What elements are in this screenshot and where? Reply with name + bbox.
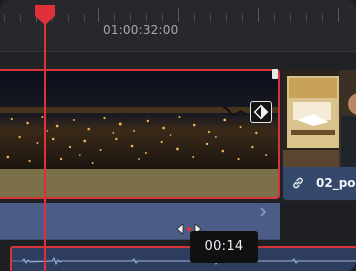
audio-waveform [12,256,356,266]
clip-thumbnail [283,70,356,167]
timeline-viewport: 01:00:32:00 02_po 00:14 [0,0,356,271]
ruler-tick [130,14,131,22]
ruler-tick [274,14,275,22]
ruler-tick [242,14,243,22]
clip-name-label: 02_po [316,176,356,190]
ruler-tick [322,14,323,22]
ruler-tick [68,14,69,22]
ruler-tick [210,14,211,22]
audio-clip[interactable] [10,246,356,271]
ruler-tick [194,14,195,22]
ruler-tick [290,14,291,22]
keyframe-diamond-icon[interactable] [250,101,272,123]
clip-trim-handle[interactable] [272,69,278,79]
link-icon [293,177,303,189]
ruler-tick [98,8,99,22]
ruler-tick [258,8,259,22]
ruler-tick [178,8,179,22]
tooltip-value: 00:14 [204,239,244,254]
chevron-right-icon[interactable] [256,205,270,219]
trim-duration-tooltip: 00:14 [190,231,258,263]
ruler-tick [114,14,115,22]
diamond-glyph [253,104,269,120]
clip-footer: 02_po [283,167,356,200]
video-clip-linked[interactable]: 02_po [283,70,356,200]
clip-thumbnail [0,71,278,169]
ruler-tick [162,14,163,22]
ruler-tick [338,8,339,22]
keyframe-curve-icon[interactable] [221,103,247,119]
video-clip-selected[interactable] [0,69,280,199]
ruler-tick [84,14,85,22]
ruler-tick [146,14,147,22]
clip-footer [0,169,278,197]
ruler-timecode: 01:00:32:00 [103,23,179,37]
ruler-tick [226,14,227,22]
ruler-tick [20,14,21,22]
playhead-line[interactable] [44,12,46,271]
playhead-marker-icon[interactable] [34,4,56,26]
ruler-tick [4,14,5,22]
ruler-tick [306,14,307,22]
